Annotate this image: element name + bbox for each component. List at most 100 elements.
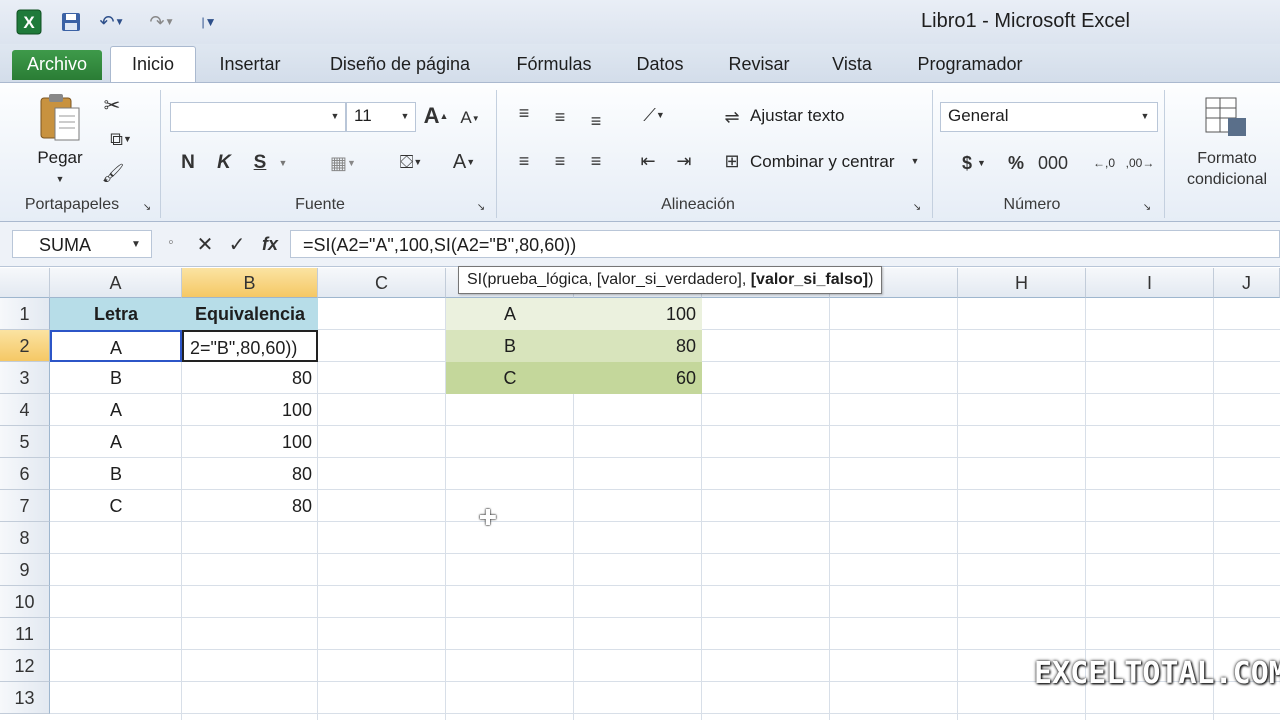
row-header[interactable]: 10 <box>0 586 50 618</box>
paste-label[interactable]: Pegar <box>30 148 90 168</box>
formula-input[interactable]: =SI(A2="A",100,SI(A2="B",80,60)) <box>290 230 1280 258</box>
lookup-cell[interactable]: 80 <box>574 330 702 362</box>
table-cell[interactable]: 80 <box>182 490 318 522</box>
tab-revisar[interactable]: Revisar <box>716 50 802 80</box>
chevron-down-icon[interactable]: ▼ <box>908 154 922 168</box>
tab-programador[interactable]: Programador <box>902 50 1038 80</box>
chevron-down-icon[interactable]: ▼ <box>398 108 412 124</box>
chevron-down-icon[interactable]: ▼ <box>128 236 144 252</box>
wrap-text-icon[interactable]: ⇌ <box>718 104 746 130</box>
conditional-format-icon[interactable] <box>1200 94 1252 140</box>
underline-button[interactable]: S <box>248 150 272 176</box>
decrease-indent-icon[interactable]: ⇤ <box>634 148 662 174</box>
paste-dropdown-icon[interactable]: ▼ <box>40 172 80 186</box>
column-header-b[interactable]: B <box>182 268 318 298</box>
row-header[interactable]: 13 <box>0 682 50 714</box>
row-header[interactable]: 5 <box>0 426 50 458</box>
thousands-button[interactable]: 000 <box>1036 150 1070 176</box>
row-header[interactable]: 2 <box>0 330 50 362</box>
chevron-down-icon[interactable]: ▼ <box>276 156 290 170</box>
wrap-text-button[interactable]: Ajustar texto <box>750 106 845 126</box>
chevron-down-icon[interactable]: ▼ <box>328 108 342 124</box>
column-header-a[interactable]: A <box>50 268 182 298</box>
decrease-decimal-icon[interactable]: ,00→ <box>1124 150 1156 176</box>
row-header[interactable]: 12 <box>0 650 50 682</box>
row-header[interactable]: 1 <box>0 298 50 330</box>
lookup-cell[interactable]: B <box>446 330 574 362</box>
table-cell[interactable]: 80 <box>182 458 318 490</box>
align-left-icon[interactable]: ≡ <box>510 148 538 174</box>
paste-icon[interactable] <box>30 90 90 146</box>
font-name-dropdown[interactable] <box>170 102 346 132</box>
table-cell[interactable]: B <box>50 458 182 490</box>
tab-formulas[interactable]: Fórmulas <box>506 50 602 80</box>
table-cell[interactable]: C <box>50 490 182 522</box>
align-bottom-icon[interactable]: ≡ <box>582 108 610 134</box>
tab-insertar[interactable]: Insertar <box>206 50 294 80</box>
tab-inicio[interactable]: Inicio <box>110 46 196 83</box>
currency-button[interactable]: $ ▼ <box>950 150 998 176</box>
lookup-cell[interactable]: 100 <box>574 298 702 330</box>
tab-vista[interactable]: Vista <box>818 50 886 80</box>
borders-icon[interactable]: ▦ ▼ <box>318 150 368 176</box>
drag-handle-icon[interactable]: ◦ <box>160 232 182 254</box>
dialog-launcher-icon[interactable]: ↘ <box>474 200 488 214</box>
copy-icon[interactable]: ⧉ ▼ <box>98 126 144 152</box>
align-right-icon[interactable]: ≡ <box>582 148 610 174</box>
table-header-equivalencia[interactable]: Equivalencia <box>182 298 318 330</box>
row-header[interactable]: 11 <box>0 618 50 650</box>
merge-center-icon[interactable]: ⊞ <box>718 148 746 174</box>
align-center-icon[interactable]: ≡ <box>546 148 574 174</box>
fill-color-icon[interactable]: ⛋ ▼ <box>386 148 436 176</box>
enter-icon[interactable]: ✓ <box>226 230 248 258</box>
increase-decimal-icon[interactable]: ←,0 <box>1088 150 1120 176</box>
column-header-j[interactable]: J <box>1214 268 1280 298</box>
tab-diseno-pagina[interactable]: Diseño de página <box>312 50 488 80</box>
lookup-cell[interactable]: C <box>446 362 574 394</box>
table-cell[interactable]: A <box>50 394 182 426</box>
conditional-format-label-2[interactable]: condicional <box>1172 171 1280 189</box>
percent-button[interactable]: % <box>1002 150 1030 176</box>
column-header-i[interactable]: I <box>1086 268 1214 298</box>
shrink-font-icon[interactable]: A ▼ <box>458 106 482 130</box>
grow-font-icon[interactable]: A ▲ <box>424 102 449 130</box>
dialog-launcher-icon[interactable]: ↘ <box>1140 200 1154 214</box>
tab-datos[interactable]: Datos <box>624 50 696 80</box>
conditional-format-label-1[interactable]: Formato <box>1172 150 1280 168</box>
table-cell[interactable]: A <box>50 426 182 458</box>
lookup-cell[interactable]: A <box>446 298 574 330</box>
dialog-launcher-icon[interactable]: ↘ <box>140 200 154 214</box>
bold-button[interactable]: N <box>176 150 200 176</box>
lookup-cell[interactable]: 60 <box>574 362 702 394</box>
increase-indent-icon[interactable]: ⇥ <box>670 148 698 174</box>
italic-button[interactable]: K <box>212 150 236 176</box>
insert-function-button[interactable]: fx <box>256 230 284 258</box>
row-header[interactable]: 8 <box>0 522 50 554</box>
align-middle-icon[interactable]: ≡ <box>546 104 574 130</box>
orientation-icon[interactable]: ⟋ ▼ <box>632 102 676 128</box>
active-cell-editor[interactable]: 2="B",80,60)) <box>182 330 318 362</box>
table-cell[interactable]: 100 <box>182 394 318 426</box>
row-header[interactable]: 9 <box>0 554 50 586</box>
format-painter-icon[interactable]: 🖌 <box>98 160 128 186</box>
cut-icon[interactable]: ✂ <box>98 92 126 118</box>
table-cell[interactable]: A <box>50 330 182 362</box>
column-header-h[interactable]: H <box>958 268 1086 298</box>
row-header[interactable]: 7 <box>0 490 50 522</box>
column-header-c[interactable]: C <box>318 268 446 298</box>
merge-center-button[interactable]: Combinar y centrar <box>750 152 895 172</box>
table-cell[interactable]: 100 <box>182 426 318 458</box>
dialog-launcher-icon[interactable]: ↘ <box>910 200 924 214</box>
table-header-letra[interactable]: Letra <box>50 298 182 330</box>
row-header[interactable]: 4 <box>0 394 50 426</box>
select-all-corner[interactable] <box>0 268 50 298</box>
align-top-icon[interactable]: ≡ <box>510 100 538 126</box>
chevron-down-icon[interactable]: ▼ <box>1138 108 1152 124</box>
cancel-icon[interactable]: ✕ <box>194 230 216 258</box>
tab-archivo[interactable]: Archivo <box>12 50 102 80</box>
table-cell[interactable]: B <box>50 362 182 394</box>
row-header[interactable]: 3 <box>0 362 50 394</box>
font-color-icon[interactable]: A ▼ <box>442 148 486 176</box>
table-cell[interactable]: 80 <box>182 362 318 394</box>
row-header[interactable]: 6 <box>0 458 50 490</box>
